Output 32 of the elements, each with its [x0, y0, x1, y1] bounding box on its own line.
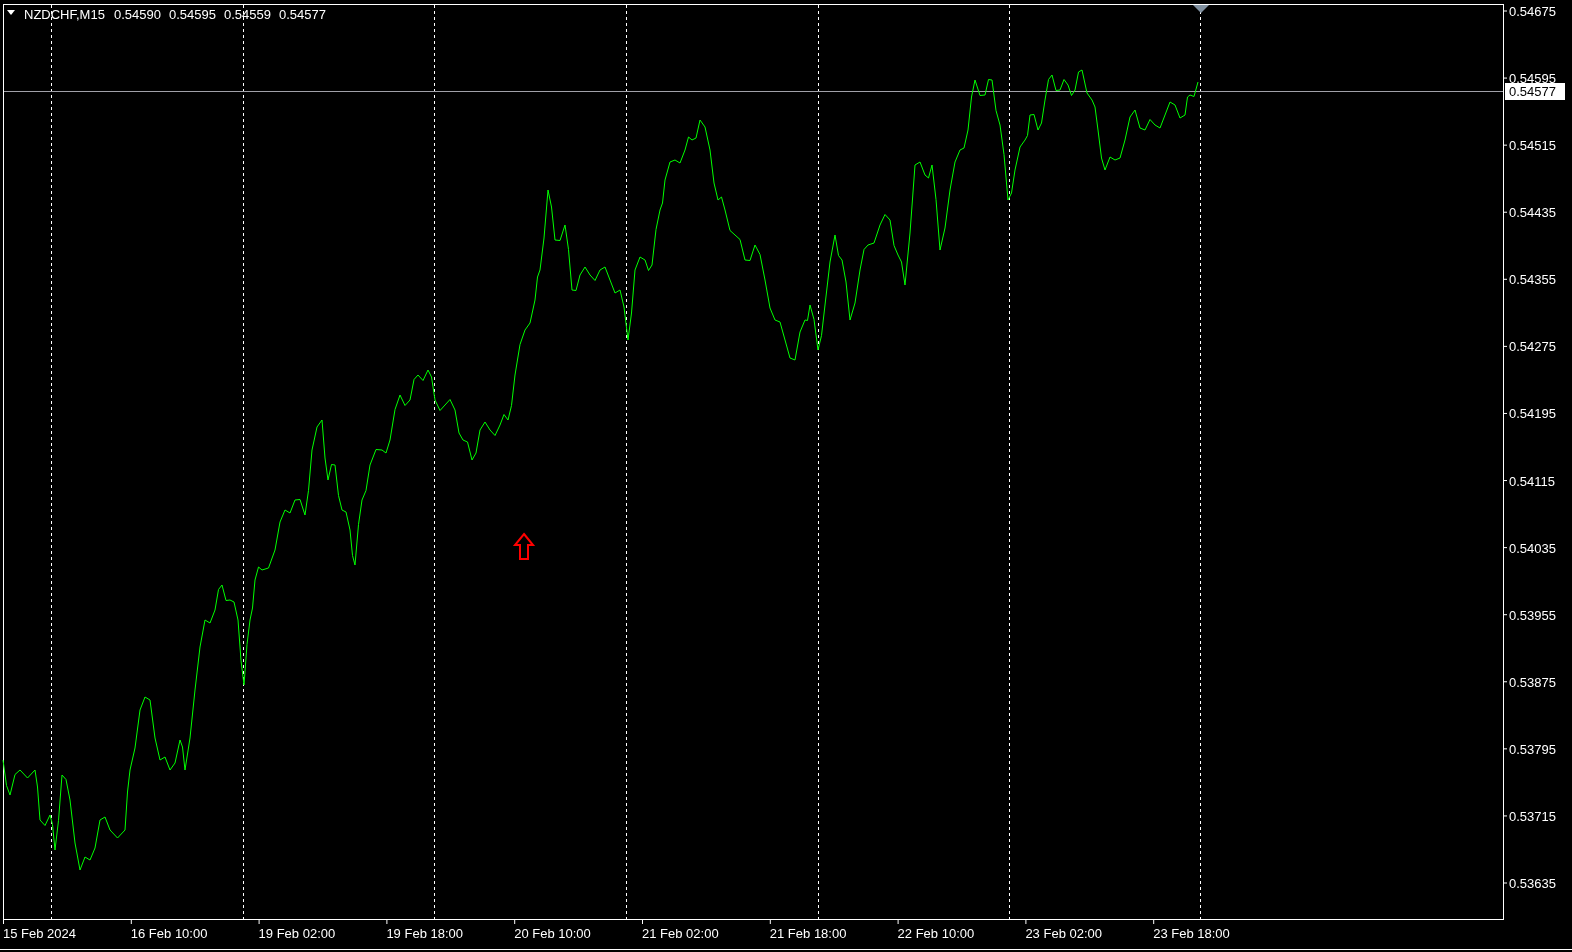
price-label: 0.54195	[1509, 406, 1556, 422]
time-label: 21 Feb 02:00	[642, 926, 719, 941]
price-label: 0.53715	[1509, 808, 1556, 824]
ohlc-value: 0.54577	[279, 7, 326, 22]
price-label: 0.53955	[1509, 607, 1556, 623]
price-label: 0.53795	[1509, 741, 1556, 757]
price-label: 0.53635	[1509, 876, 1556, 891]
time-label: 22 Feb 10:00	[897, 926, 975, 941]
time-label: 23 Feb 02:00	[1025, 926, 1103, 941]
time-label: 20 Feb 10:00	[514, 926, 591, 941]
time-label: 15 Feb 2024	[3, 926, 76, 941]
ohlc-value: 0.54595	[169, 7, 216, 22]
time-label: 16 Feb 10:00	[130, 926, 208, 941]
time-label: 21 Feb 18:00	[769, 926, 847, 941]
current-price: 0.54577	[1505, 83, 1565, 100]
time-label: 19 Feb 02:00	[258, 926, 336, 941]
symbol-label: NZDCHF,M15	[24, 7, 105, 22]
chart-shift-marker-icon[interactable]	[1193, 5, 1209, 13]
time-label: 19 Feb 18:00	[386, 926, 463, 941]
price-label: 0.54435	[1509, 205, 1556, 221]
ohlc-value: 0.54590	[114, 7, 161, 22]
price-label: 0.54115	[1509, 473, 1556, 489]
dropdown-icon[interactable]	[7, 10, 15, 15]
price-label: 0.54675	[1509, 4, 1556, 19]
price-label: 0.53875	[1509, 674, 1556, 690]
price-label: 0.54355	[1509, 272, 1556, 288]
price-label: 0.54275	[1509, 339, 1556, 355]
ohlc-value: 0.54559	[224, 7, 271, 22]
price-label: 0.54035	[1509, 540, 1556, 556]
up-arrow-icon	[512, 532, 536, 560]
time-label: 23 Feb 18:00	[1153, 926, 1230, 941]
price-label: 0.54515	[1509, 138, 1556, 154]
